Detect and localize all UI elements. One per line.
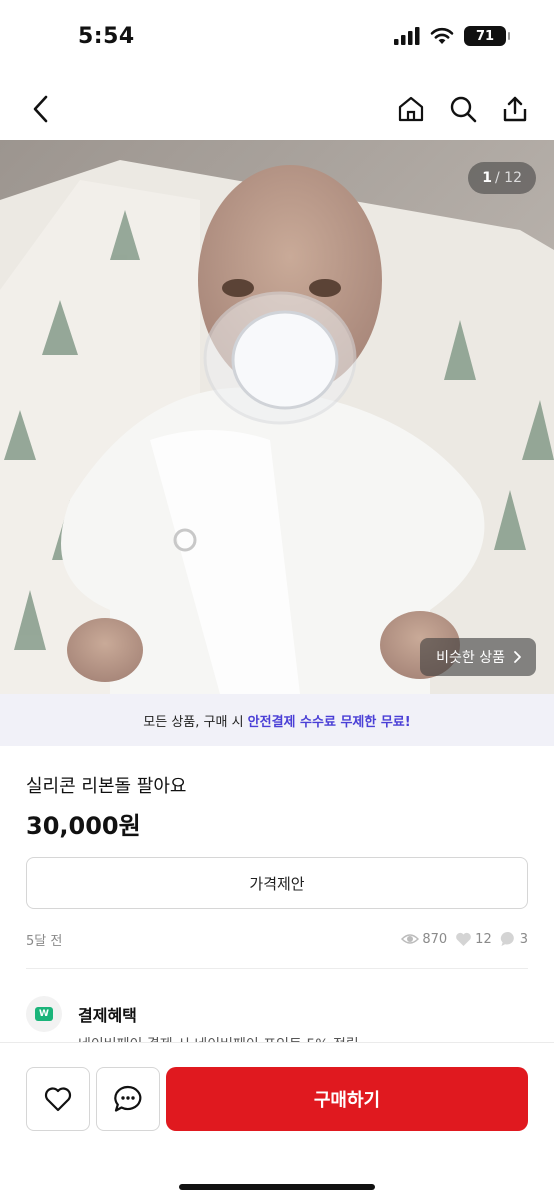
status-time: 5:54 — [78, 24, 135, 49]
heart-outline-icon — [44, 1087, 72, 1112]
similar-items-button[interactable]: 비슷한 상품 — [420, 638, 536, 676]
chats-stat: 3 — [500, 931, 528, 947]
search-button[interactable] — [446, 92, 480, 126]
product-image-carousel[interactable]: 1 / 12 비슷한 상품 — [0, 140, 554, 694]
chevron-left-icon — [33, 95, 48, 123]
chat-bubble-icon — [500, 931, 514, 946]
status-icons: 71 — [394, 26, 510, 46]
wifi-icon — [430, 27, 454, 44]
battery-icon: 71 — [464, 26, 510, 46]
share-button[interactable] — [498, 92, 532, 126]
image-counter-total: / 12 — [495, 170, 522, 186]
views-count: 870 — [422, 931, 448, 947]
home-icon — [398, 96, 424, 122]
nav-bar — [0, 80, 554, 138]
status-bar: 5:54 71 — [0, 0, 554, 72]
image-counter-current: 1 — [482, 170, 493, 186]
home-button[interactable] — [394, 92, 428, 126]
image-counter: 1 / 12 — [468, 162, 536, 194]
product-title: 실리콘 리본돌 팔아요 — [26, 776, 187, 797]
search-icon — [450, 96, 477, 123]
like-button[interactable] — [26, 1067, 90, 1131]
views-stat: 870 — [401, 932, 447, 947]
bottom-action-bar: 구매하기 — [0, 1042, 554, 1200]
divider — [26, 968, 528, 969]
promo-banner-prefix: 모든 상품, 구매 시 — [143, 714, 248, 730]
heart-icon — [456, 932, 472, 946]
product-meta: 5달 전 870 12 3 — [26, 928, 528, 950]
chat-icon — [114, 1085, 142, 1112]
similar-items-label: 비슷한 상품 — [436, 650, 505, 666]
chats-count: 3 — [519, 931, 528, 947]
promo-banner[interactable]: 모든 상품, 구매 시 안전결제 수수료 무제한 무료! — [0, 694, 554, 746]
eye-icon — [401, 934, 420, 944]
naver-pay-icon: W — [26, 996, 62, 1032]
likes-count: 12 — [475, 931, 492, 947]
cellular-signal-icon — [394, 27, 420, 45]
product-price: 30,000원 — [26, 812, 141, 840]
buy-button[interactable]: 구매하기 — [166, 1067, 528, 1131]
price-offer-button[interactable]: 가격제안 — [26, 857, 528, 909]
nav-actions — [394, 92, 532, 126]
promo-banner-highlight: 안전결제 수수료 무제한 무료! — [247, 714, 411, 730]
benefit-title: 결제혜택 — [78, 1006, 137, 1025]
share-icon — [503, 96, 527, 122]
back-button[interactable] — [24, 92, 58, 126]
posted-time: 5달 전 — [26, 933, 63, 949]
product-photo — [0, 140, 554, 694]
home-indicator — [179, 1184, 375, 1190]
likes-stat: 12 — [455, 932, 492, 947]
product-stats: 870 12 3 — [401, 931, 528, 947]
chat-button[interactable] — [96, 1067, 160, 1131]
chevron-right-icon — [514, 651, 521, 663]
